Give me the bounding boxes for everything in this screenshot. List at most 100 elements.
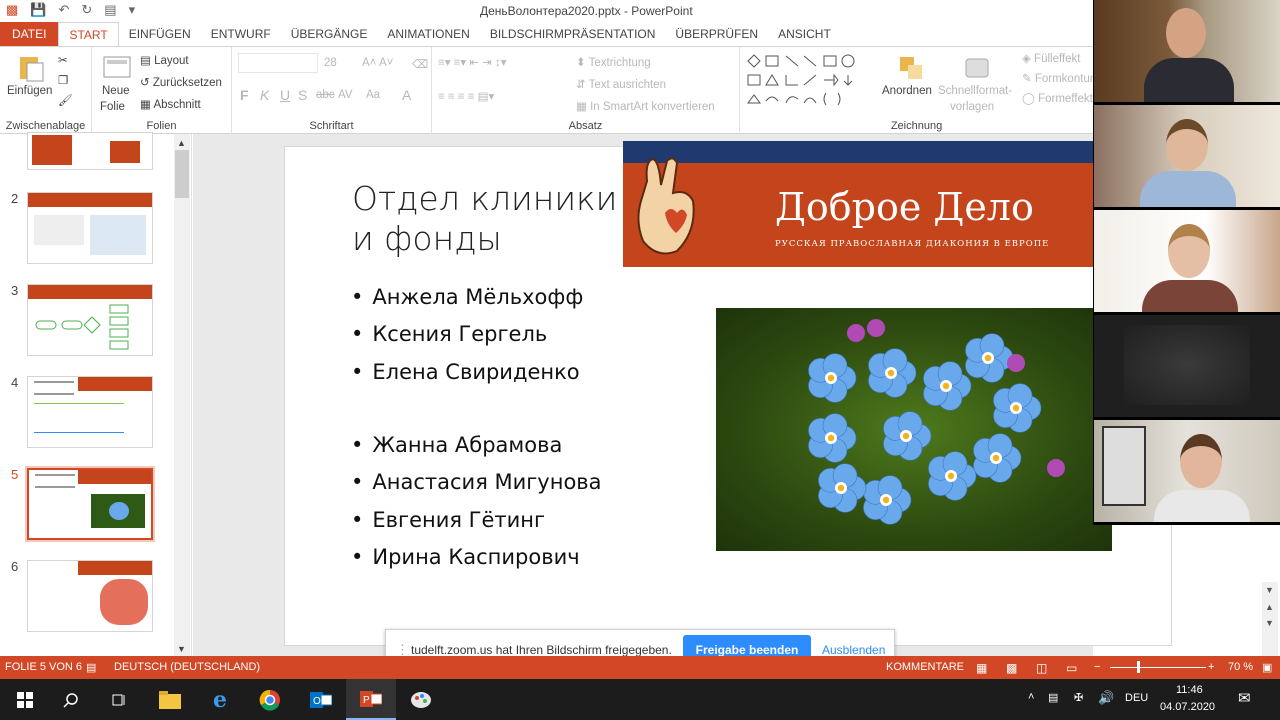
- new-slide-button[interactable]: Neue: [102, 85, 130, 97]
- shadow-button[interactable]: S: [298, 87, 307, 103]
- align-text-button[interactable]: ⇵ Text ausrichten: [576, 77, 666, 91]
- scroll-down-icon[interactable]: ▼: [177, 644, 186, 654]
- slide-thumbnail-3[interactable]: [27, 284, 153, 356]
- clock-date[interactable]: 04.07.2020: [1160, 701, 1215, 713]
- italic-button[interactable]: K: [260, 87, 269, 103]
- comments-button[interactable]: KOMMENTARE: [886, 661, 964, 673]
- tab-animationen[interactable]: ANIMATIONEN: [377, 22, 479, 46]
- wifi-icon[interactable]: ✠: [1074, 691, 1083, 704]
- file-explorer-icon[interactable]: [145, 679, 195, 720]
- shape-outline-button[interactable]: ✎ Formkontur: [1022, 71, 1094, 85]
- scrollbar-thumb[interactable]: [175, 150, 189, 198]
- quick-styles-button[interactable]: Schnellformat-: [938, 85, 1012, 97]
- slide-thumbnail-4[interactable]: [27, 376, 153, 448]
- internet-explorer-icon[interactable]: e: [195, 679, 245, 720]
- input-language[interactable]: DEU: [1125, 692, 1148, 704]
- slide-canvas[interactable]: Отдел клиники и фонды Анжела Мёльхофф Кс…: [284, 141, 1172, 646]
- outlook-icon[interactable]: O: [296, 679, 346, 720]
- forget-me-not-photo[interactable]: [716, 308, 1112, 551]
- shape-effects-button[interactable]: ◯ Formeffekt: [1022, 91, 1093, 105]
- video-participant-4-off[interactable]: [1094, 315, 1280, 417]
- tab-start[interactable]: START: [58, 22, 119, 46]
- slide-thumbnail-6[interactable]: [27, 560, 153, 632]
- editor-scrollbar[interactable]: ▼ ▲ ▼: [1262, 582, 1278, 656]
- underline-button[interactable]: U: [280, 87, 290, 103]
- redo-icon[interactable]: ↻: [81, 2, 92, 18]
- reading-view-icon[interactable]: ◫: [1036, 661, 1047, 675]
- search-icon[interactable]: [46, 679, 96, 720]
- save-icon[interactable]: 💾: [30, 2, 46, 18]
- task-view-icon[interactable]: [94, 679, 144, 720]
- thumbnails-scrollbar[interactable]: ▲ ▼: [174, 134, 190, 656]
- text-direction-button[interactable]: ⬍ Textrichtung: [576, 55, 651, 69]
- reset-button[interactable]: ↺ Zurücksetzen: [140, 75, 222, 89]
- clear-format-icon[interactable]: ⌫: [412, 57, 428, 71]
- bold-button[interactable]: F: [240, 87, 249, 103]
- slide-thumbnail-2[interactable]: [27, 192, 153, 264]
- video-participant-5[interactable]: [1094, 420, 1280, 522]
- change-case-button[interactable]: Aa: [366, 89, 380, 101]
- dobroe-delo-banner[interactable]: Доброе Дело РУССКАЯ ПРАВОСЛАВНАЯ ДИАКОНИ…: [623, 141, 1093, 267]
- bullet-list-1[interactable]: Анжела Мёльхофф Ксения Гергель Елена Сви…: [351, 279, 583, 391]
- paint-icon[interactable]: [396, 679, 446, 720]
- quick-styles-button-line2[interactable]: vorlagen: [950, 101, 994, 113]
- scroll-up-icon[interactable]: ▲: [177, 138, 186, 148]
- zoom-in-icon[interactable]: +: [1208, 661, 1214, 673]
- zoom-out-icon[interactable]: −: [1094, 661, 1100, 673]
- zoom-slider-handle[interactable]: [1137, 661, 1140, 673]
- slideshow-icon[interactable]: ▭: [1066, 661, 1077, 675]
- customize-qat-icon[interactable]: ▾: [129, 2, 136, 18]
- video-participant-2[interactable]: [1094, 105, 1280, 207]
- bullets-icon[interactable]: ≡▾ ≡▾ ⇤ ⇥ ↕▾: [438, 55, 507, 69]
- tab-ueberpruefen[interactable]: ÜBERPRÜFEN: [665, 22, 768, 46]
- language-indicator[interactable]: DEUTSCH (DEUTSCHLAND): [114, 661, 260, 673]
- slide-title[interactable]: Отдел клиники и фонды: [352, 179, 622, 259]
- copy-icon[interactable]: ❐: [58, 73, 68, 87]
- slide-thumbnail-5-selected[interactable]: [25, 466, 155, 542]
- tab-uebergaenge[interactable]: ÜBERGÄNGE: [281, 22, 378, 46]
- undo-icon[interactable]: ↶: [58, 2, 69, 18]
- notifications-icon[interactable]: ✉: [1238, 689, 1251, 707]
- app-icon[interactable]: ▩: [6, 2, 18, 18]
- slide-sorter-icon[interactable]: ▩: [1006, 661, 1017, 675]
- smartart-button[interactable]: ▦ In SmartArt konvertieren: [576, 99, 715, 113]
- chrome-icon[interactable]: [245, 679, 295, 720]
- cut-icon[interactable]: ✂: [58, 53, 68, 67]
- align-icons[interactable]: ≡ ≡ ≡ ≡ ▤▾: [438, 89, 494, 103]
- volume-icon[interactable]: 🔊: [1098, 690, 1114, 706]
- font-name-select[interactable]: [238, 53, 318, 73]
- normal-view-icon[interactable]: ▦: [976, 661, 987, 675]
- scroll-down-icon[interactable]: ▼: [1265, 585, 1274, 595]
- zoom-slider-track[interactable]: [1110, 667, 1206, 668]
- tab-entwurf[interactable]: ENTWURF: [201, 22, 281, 46]
- zoom-level[interactable]: 70 %: [1228, 661, 1253, 673]
- arrange-button[interactable]: Anordnen: [882, 85, 932, 97]
- shapes-gallery-icon[interactable]: [746, 53, 876, 113]
- paste-button[interactable]: Einfügen: [7, 85, 52, 97]
- present-icon[interactable]: ▤: [104, 2, 116, 18]
- spellcheck-icon[interactable]: ▤: [86, 661, 96, 674]
- format-painter-icon[interactable]: 🖌: [58, 93, 73, 107]
- show-hidden-icons[interactable]: ˄: [1028, 691, 1034, 703]
- char-spacing-button[interactable]: AV: [338, 89, 353, 101]
- next-slide-icon[interactable]: ▼: [1265, 618, 1274, 628]
- new-slide-button-line2[interactable]: Folie: [100, 101, 125, 113]
- strikethrough-button[interactable]: abc: [316, 89, 335, 101]
- powerpoint-taskbar-icon[interactable]: P: [346, 679, 396, 720]
- video-participant-3[interactable]: [1094, 210, 1280, 312]
- video-participant-1[interactable]: [1094, 0, 1280, 102]
- tab-datei[interactable]: DATEI: [0, 22, 59, 46]
- windows-start-icon[interactable]: [0, 679, 50, 720]
- clock-time[interactable]: 11:46: [1176, 684, 1203, 696]
- section-button[interactable]: ▦ Abschnitt: [140, 97, 201, 111]
- hide-bar-button[interactable]: Ausblenden: [822, 643, 885, 657]
- tab-bildschirmpraesentation[interactable]: BILDSCHIRMPRÄSENTATION: [480, 22, 666, 46]
- layout-button[interactable]: ▤ Layout: [140, 53, 189, 67]
- grow-font-icon[interactable]: A˄ A˅: [362, 57, 393, 69]
- shape-fill-button[interactable]: ◈ Fülleffekt: [1022, 51, 1081, 65]
- tab-einfuegen[interactable]: EINFÜGEN: [119, 22, 201, 46]
- bullet-list-2[interactable]: Жанна Абрамова Анастасия Мигунова Евгени…: [351, 427, 601, 576]
- slide-thumbnail-1[interactable]: [27, 132, 153, 170]
- tab-ansicht[interactable]: ANSICHT: [768, 22, 841, 46]
- fit-to-window-icon[interactable]: ▣: [1262, 661, 1272, 674]
